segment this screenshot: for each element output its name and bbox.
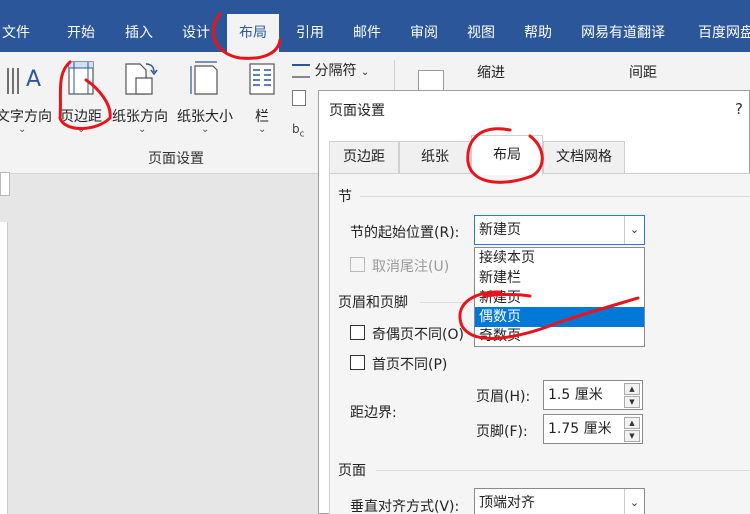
tab-references[interactable]: 引用 xyxy=(296,22,324,44)
option-odd-page[interactable]: 奇数页 xyxy=(475,326,644,346)
size-button[interactable]: 纸张大小 xyxy=(173,60,237,126)
columns-icon xyxy=(246,60,278,100)
header-distance-value: 1.5 厘米 xyxy=(548,387,603,403)
section-start-label: 节的起始位置(R): xyxy=(350,225,460,241)
document-page-edge xyxy=(0,172,10,196)
section-start-dropdown-list: 接续本页 新建栏 新建页 偶数页 奇数页 xyxy=(474,247,645,347)
vertical-align-value: 顶端对齐 xyxy=(479,495,535,511)
option-even-page[interactable]: 偶数页 xyxy=(475,307,644,327)
spin-up-icon[interactable]: ▲ xyxy=(624,383,640,395)
page-setup-group-label: 页面设置 xyxy=(148,151,204,167)
tab-review[interactable]: 审阅 xyxy=(410,22,438,44)
first-page-checkbox[interactable] xyxy=(350,355,365,370)
tab-baidu-netdisk[interactable]: 百度网盘 xyxy=(698,22,750,44)
margins-chevron-icon[interactable]: ⌄ xyxy=(77,124,85,135)
tab-file[interactable]: 文件 xyxy=(2,22,30,44)
size-label: 纸张大小 xyxy=(177,109,233,125)
size-chevron-icon[interactable]: ⌄ xyxy=(201,124,209,135)
columns-chevron-icon[interactable]: ⌄ xyxy=(258,124,266,135)
option-new-page[interactable]: 新建页 xyxy=(475,288,644,308)
tab-margins[interactable]: 页边距 xyxy=(329,141,399,173)
breaks-button[interactable]: 分隔符 ⌄ xyxy=(292,60,369,80)
headers-footers-heading: 页眉和页脚 xyxy=(338,295,408,311)
page-heading: 页面 xyxy=(338,463,366,479)
headers-footers-divider xyxy=(420,302,472,303)
footer-distance-label: 页脚(F): xyxy=(476,424,528,440)
hyphenation-button[interactable]: bc xyxy=(292,122,305,139)
spacing-label: 间距 xyxy=(629,65,657,81)
breaks-icon xyxy=(292,64,310,78)
header-distance-label: 页眉(H): xyxy=(476,389,531,405)
vertical-align-select[interactable]: 顶端对齐 ⌄ xyxy=(474,488,645,514)
help-button[interactable]: ? xyxy=(735,100,743,118)
document-area xyxy=(0,174,320,514)
tab-paper[interactable]: 纸张 xyxy=(399,141,471,173)
columns-button[interactable]: 栏 xyxy=(246,60,278,126)
tab-insert[interactable]: 插入 xyxy=(125,22,153,44)
section-heading: 节 xyxy=(338,189,352,205)
suppress-endnotes-checkbox[interactable] xyxy=(350,257,365,272)
header-distance-spinner[interactable]: 1.5 厘米 ▲ ▼ xyxy=(543,380,643,410)
footer-distance-value: 1.75 厘米 xyxy=(548,421,612,437)
footer-distance-spinner[interactable]: 1.75 厘米 ▲ ▼ xyxy=(543,414,643,444)
option-continuous[interactable]: 接续本页 xyxy=(475,248,644,268)
spin-up-icon[interactable]: ▲ xyxy=(624,417,640,429)
breaks-label: 分隔符 xyxy=(314,63,357,79)
line-numbers-icon xyxy=(292,90,306,106)
dropdown-chevron-icon[interactable]: ⌄ xyxy=(624,216,644,244)
columns-label: 栏 xyxy=(255,109,269,125)
text-direction-chevron-icon[interactable]: ⌄ xyxy=(18,124,26,135)
odd-even-label: 奇偶页不同(O) xyxy=(372,327,464,343)
orientation-label: 纸张方向 xyxy=(112,109,168,125)
section-start-select[interactable]: 新建页 ⌄ xyxy=(474,215,645,245)
tab-layout-dialog[interactable]: 布局 xyxy=(471,135,543,175)
text-direction-icon: A xyxy=(0,60,56,100)
breaks-chevron-icon: ⌄ xyxy=(360,67,370,78)
orientation-icon xyxy=(109,60,171,100)
size-icon xyxy=(173,60,237,100)
first-page-label: 首页不同(P) xyxy=(372,357,448,373)
suppress-endnotes-label: 取消尾注(U) xyxy=(372,259,450,275)
margins-icon xyxy=(56,60,106,100)
hyphenation-icon: bc xyxy=(292,122,305,140)
page-divider xyxy=(376,470,750,471)
tab-youdao-translate[interactable]: 网易有道翻译 xyxy=(581,22,665,44)
orientation-button[interactable]: 纸张方向 xyxy=(109,60,171,126)
spin-down-icon[interactable]: ▼ xyxy=(624,396,640,408)
margins-button[interactable]: 页边距 xyxy=(56,60,106,126)
orientation-chevron-icon[interactable]: ⌄ xyxy=(138,124,146,135)
tab-view[interactable]: 视图 xyxy=(467,22,495,44)
margins-label: 页边距 xyxy=(60,109,102,125)
line-numbers-button[interactable] xyxy=(292,90,306,110)
odd-even-checkbox[interactable] xyxy=(350,325,365,340)
tab-design[interactable]: 设计 xyxy=(182,22,210,44)
from-edge-label: 距边界: xyxy=(350,405,397,421)
section-start-value: 新建页 xyxy=(479,222,521,238)
text-direction-glyph: A xyxy=(26,67,41,92)
tab-help[interactable]: 帮助 xyxy=(524,22,552,44)
text-direction-label: 文字方向 xyxy=(0,109,52,125)
vertical-ruler xyxy=(0,222,8,514)
text-direction-button[interactable]: A 文字方向 xyxy=(0,60,56,126)
tab-mailings[interactable]: 邮件 xyxy=(353,22,381,44)
tab-document-grid[interactable]: 文档网格 xyxy=(543,141,625,173)
spin-down-icon[interactable]: ▼ xyxy=(624,430,640,442)
section-divider xyxy=(360,196,750,197)
dialog-title: 页面设置 xyxy=(329,103,385,119)
dropdown-chevron-icon[interactable]: ⌄ xyxy=(624,489,644,514)
indent-label: 缩进 xyxy=(477,65,505,81)
tab-home[interactable]: 开始 xyxy=(67,22,95,44)
vertical-align-label: 垂直对齐方式(V): xyxy=(350,499,460,514)
option-new-column[interactable]: 新建栏 xyxy=(475,268,644,288)
